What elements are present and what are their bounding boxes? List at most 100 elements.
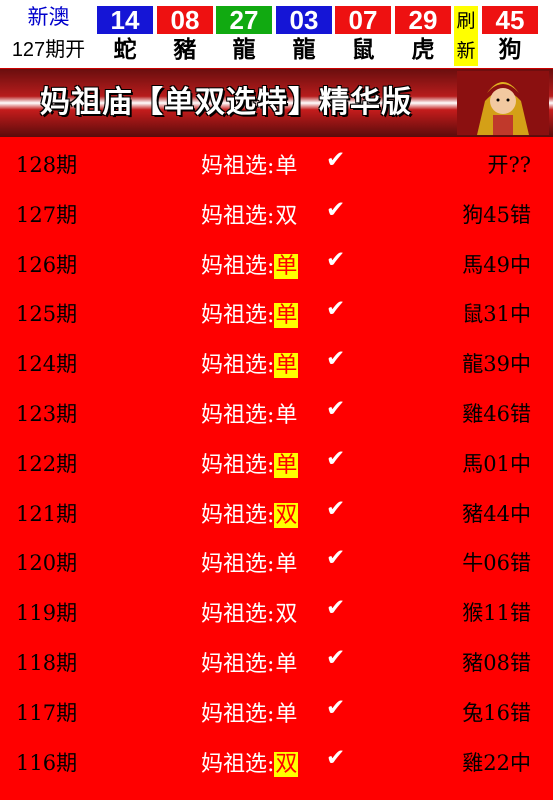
row-result: 鼠31中 xyxy=(462,302,531,327)
ball-number: 03 xyxy=(276,6,332,34)
row-result: 狗45错 xyxy=(462,202,531,227)
row-pick: 妈祖选:双 xyxy=(201,198,298,230)
check-icon: ✔ xyxy=(326,147,346,173)
prediction-row: 120期 妈祖选:单 ✔ 牛06错 xyxy=(0,535,553,585)
row-period: 116期 xyxy=(16,750,78,775)
special-ball: 45 狗 xyxy=(482,6,538,66)
drawn-ball: 14 蛇 xyxy=(97,6,153,66)
check-icon: ✔ xyxy=(326,495,346,522)
pick-prefix: 妈祖选: xyxy=(201,651,275,677)
row-pick: 妈祖选:单 xyxy=(201,397,298,429)
drawn-ball: 07 鼠 xyxy=(335,6,391,66)
special-ball-number: 45 xyxy=(482,6,538,34)
banner: 妈祖庙【单双选特】精华版 xyxy=(0,69,553,137)
row-result: 龍39中 xyxy=(462,352,531,377)
special-ball-zodiac: 狗 xyxy=(498,37,522,63)
pick-prefix: 妈祖选: xyxy=(201,502,275,528)
pick-value: 双 xyxy=(274,751,299,777)
row-period: 123期 xyxy=(16,401,78,426)
row-pick: 妈祖选:单 xyxy=(201,148,298,180)
row-period: 127期 xyxy=(16,202,78,227)
row-pick: 妈祖选:单 xyxy=(201,646,298,678)
row-result: 兔16错 xyxy=(462,700,531,725)
pick-prefix: 妈祖选: xyxy=(201,303,275,329)
row-result: 雞46错 xyxy=(462,401,531,426)
pick-value: 双 xyxy=(275,602,298,628)
ball-number: 27 xyxy=(216,6,272,34)
row-pick: 妈祖选:双 xyxy=(201,746,299,778)
refresh-button[interactable]: 刷 新 xyxy=(454,6,478,66)
pick-prefix: 妈祖选: xyxy=(201,203,275,229)
check-icon: ✔ xyxy=(326,395,346,422)
row-result: 馬49中 xyxy=(462,252,531,277)
check-icon: ✔ xyxy=(326,346,346,373)
pick-value: 单 xyxy=(275,651,298,677)
row-period: 125期 xyxy=(16,302,78,327)
goddess-image xyxy=(457,71,549,135)
row-result: 猴11错 xyxy=(462,601,531,626)
row-pick: 妈祖选:双 xyxy=(201,596,298,628)
banner-title: 妈祖庙【单双选特】精华版 xyxy=(40,85,412,120)
pick-value: 单 xyxy=(275,552,298,578)
check-icon: ✔ xyxy=(326,644,346,671)
ball-zodiac: 虎 xyxy=(411,37,435,63)
lottery-name[interactable]: 新澳 xyxy=(0,2,97,34)
drawn-ball: 08 豬 xyxy=(157,6,213,66)
ball-zodiac: 蛇 xyxy=(113,37,137,63)
row-pick: 妈祖选:单 xyxy=(201,546,298,578)
pick-prefix: 妈祖选: xyxy=(201,602,275,628)
prediction-row: 118期 妈祖选:单 ✔ 豬08错 xyxy=(0,635,553,685)
pick-prefix: 妈祖选: xyxy=(201,402,275,428)
row-pick: 妈祖选:单 xyxy=(201,347,299,379)
prediction-row: 116期 妈祖选:双 ✔ 雞22中 xyxy=(0,735,553,785)
ball-number: 08 xyxy=(157,6,213,34)
pick-value: 单 xyxy=(275,402,298,428)
row-result: 馬01中 xyxy=(462,451,531,476)
check-icon: ✔ xyxy=(326,545,346,572)
pick-prefix: 妈祖选: xyxy=(201,452,275,478)
row-period: 126期 xyxy=(16,252,78,277)
row-period: 122期 xyxy=(16,451,78,476)
drawn-ball: 27 龍 xyxy=(216,6,272,66)
row-result: 雞22中 xyxy=(462,750,531,775)
drawn-ball: 03 龍 xyxy=(276,6,332,66)
check-icon: ✔ xyxy=(326,246,346,273)
row-period: 118期 xyxy=(16,650,78,675)
prediction-row: 123期 妈祖选:单 ✔ 雞46错 xyxy=(0,386,553,436)
prediction-row: 117期 妈祖选:单 ✔ 兔16错 xyxy=(0,685,553,735)
prediction-list: 128期 妈祖选:单 ✔ 开?? 127期 妈祖选:双 ✔ 狗45错 126期 妈祖选:单 ✔ 馬49… xyxy=(0,137,553,784)
draw-period: 127期开 xyxy=(11,39,86,61)
ball-zodiac: 鼠 xyxy=(351,37,375,63)
pick-prefix: 妈祖选: xyxy=(201,154,275,179)
pick-value: 单 xyxy=(274,353,299,379)
row-period: 117期 xyxy=(16,700,78,725)
row-period: 120期 xyxy=(16,551,78,576)
ball-number: 29 xyxy=(395,6,451,34)
prediction-row: 126期 妈祖选:单 ✔ 馬49中 xyxy=(0,237,553,287)
pick-prefix: 妈祖选: xyxy=(201,701,275,727)
refresh-label-top: 刷 xyxy=(456,10,476,32)
row-pick: 妈祖选:双 xyxy=(201,497,299,529)
pick-prefix: 妈祖选: xyxy=(201,253,275,279)
ball-zodiac: 龍 xyxy=(232,37,256,63)
ball-number: 07 xyxy=(335,6,391,34)
pick-value: 双 xyxy=(274,502,299,528)
check-icon: ✔ xyxy=(326,595,346,622)
check-icon: ✔ xyxy=(326,744,346,771)
drawn-ball: 29 虎 xyxy=(395,6,451,66)
prediction-row: 127期 妈祖选:双 ✔ 狗45错 xyxy=(0,187,553,237)
check-icon: ✔ xyxy=(326,445,346,472)
refresh-label-bottom: 新 xyxy=(456,40,476,62)
prediction-row: 124期 妈祖选:单 ✔ 龍39中 xyxy=(0,336,553,386)
results-header: 新澳 127期开 14 蛇 08 豬 27 龍 03 龍 07 鼠 29 虎 刷 新 45 狗 xyxy=(0,0,553,69)
row-pick: 妈祖选:单 xyxy=(201,447,299,479)
pick-value: 单 xyxy=(274,303,299,329)
ball-number: 14 xyxy=(97,6,153,34)
pick-prefix: 妈祖选: xyxy=(201,353,275,379)
pick-value: 双 xyxy=(275,203,298,229)
row-result: 豬08错 xyxy=(462,650,531,675)
check-icon: ✔ xyxy=(326,694,346,721)
pick-value: 单 xyxy=(274,452,299,478)
prediction-row: 128期 妈祖选:单 ✔ 开?? xyxy=(0,137,553,187)
ball-zodiac: 豬 xyxy=(173,37,197,63)
